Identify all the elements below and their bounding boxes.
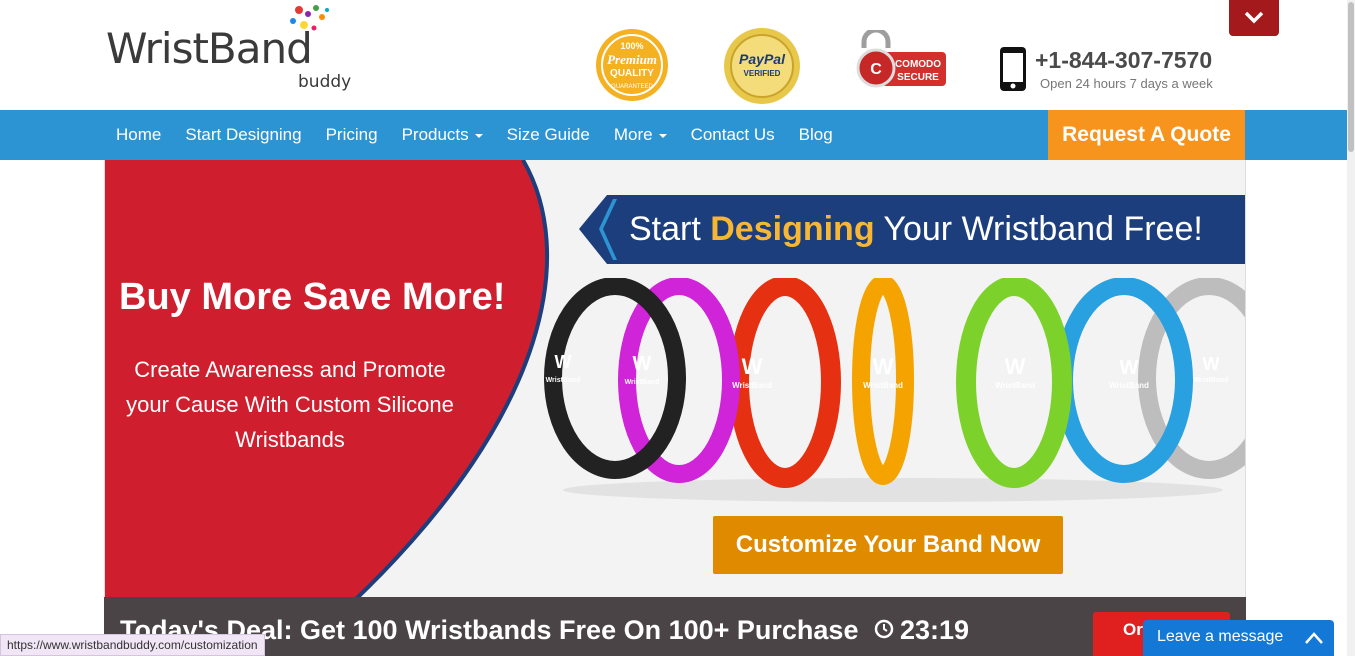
nav-item-size-guide[interactable]: Size Guide: [495, 110, 602, 160]
band-label: WristBand: [995, 381, 1035, 390]
quality-badge-line1: 100%: [620, 41, 643, 51]
banner-text-start: Start: [629, 210, 711, 248]
svg-text:W: W: [873, 354, 894, 379]
band-label: WristBand: [732, 381, 772, 390]
customize-band-button[interactable]: Customize Your Band Now: [713, 516, 1063, 574]
band-label: WristBand: [546, 377, 581, 384]
nav-item-start-designing[interactable]: Start Designing: [173, 110, 313, 160]
nav-item-pricing[interactable]: Pricing: [314, 110, 390, 160]
leave-message-label: Leave a message: [1157, 628, 1284, 645]
todays-deal-bar: Today's Deal: Get 100 Wristbands Free On…: [104, 597, 1246, 656]
hero-subtext: Create Awareness and Promote your Cause …: [126, 357, 454, 452]
band-label: WristBand: [1109, 381, 1149, 390]
chevron-down-icon: [1244, 11, 1264, 24]
nav-item-label: Products: [401, 125, 469, 144]
svg-text:W: W: [555, 352, 572, 372]
nav-item-blog[interactable]: Blog: [787, 110, 845, 160]
nav-item-label: Home: [116, 125, 162, 144]
nav-item-home[interactable]: Home: [104, 110, 173, 160]
nav-item-label: Pricing: [325, 125, 378, 144]
page-scrollbar[interactable]: [1347, 0, 1355, 656]
page: WristBand buddy 100% Premium QUALITY GUA…: [0, 0, 1355, 656]
svg-text:W: W: [633, 353, 652, 375]
clock-icon: [874, 619, 894, 639]
band-label: WristBand: [863, 381, 903, 390]
site-logo[interactable]: WristBand buddy: [106, 4, 366, 96]
nav-item-more[interactable]: More: [602, 110, 679, 160]
header-dropdown-toggle[interactable]: [1229, 0, 1279, 36]
site-header: WristBand buddy 100% Premium QUALITY GUA…: [0, 0, 1347, 110]
design-free-banner: Start Designing Your Wristband Free!: [579, 195, 1245, 264]
wristbands-image: W WristBand W WristBand W WristBand W WristB…: [544, 278, 1245, 502]
band-label: WristBand: [1194, 377, 1229, 384]
status-bar-url: https://www.wristbandbuddy.com/customiza…: [0, 634, 265, 656]
nav-item-label: Size Guide: [506, 125, 590, 144]
deal-countdown: 23:19: [900, 615, 970, 645]
quality-badge-line3: QUALITY: [610, 68, 654, 79]
logo-subtext: buddy: [298, 72, 352, 92]
premium-quality-badge: 100% Premium QUALITY GUARANTEED: [596, 29, 668, 101]
scrollbar-thumb[interactable]: [1348, 2, 1354, 152]
svg-text:W: W: [1005, 354, 1026, 379]
paypal-badge-line2: VERIFIED: [744, 69, 781, 78]
leave-message-widget[interactable]: Leave a message: [1143, 620, 1334, 656]
phone-hours: Open 24 hours 7 days a week: [1040, 76, 1213, 91]
nav-item-products[interactable]: Products: [390, 110, 495, 160]
logo-wordmark: WristBand: [106, 24, 313, 73]
comodo-badge-line1: COMODO: [895, 59, 941, 70]
comodo-badge-line2: SECURE: [897, 72, 939, 83]
paypal-badge-line1: PayPal: [739, 51, 786, 67]
caret-down-icon: [474, 133, 483, 138]
svg-text:W: W: [1203, 354, 1220, 374]
phone-number[interactable]: +1-844-307-7570: [1035, 47, 1212, 74]
main-navbar: Home Start Designing Pricing Products Si…: [0, 110, 1347, 160]
banner-text: Start Designing Your Wristband Free!: [629, 195, 1203, 264]
nav-list: Home Start Designing Pricing Products Si…: [104, 110, 845, 160]
phone-icon: [1000, 47, 1026, 91]
banner-text-end: Your Wristband Free!: [874, 210, 1203, 248]
svg-text:C: C: [870, 61, 882, 78]
nav-item-contact-us[interactable]: Contact Us: [679, 110, 787, 160]
comodo-secure-badge: C COMODO SECURE: [856, 30, 946, 88]
band-label: WristBand: [625, 379, 660, 386]
svg-text:W: W: [742, 354, 763, 379]
nav-item-label: More: [613, 125, 653, 144]
hero-banner[interactable]: Buy More Save More! Create Awareness and…: [104, 160, 1246, 600]
nav-item-label: Contact Us: [690, 125, 775, 144]
caret-down-icon: [658, 133, 667, 138]
svg-text:W: W: [1120, 357, 1139, 379]
request-quote-button[interactable]: Request A Quote: [1048, 110, 1245, 160]
hero-headline: Buy More Save More!: [119, 276, 506, 318]
nav-item-label: Blog: [798, 125, 833, 144]
quality-badge-line2: Premium: [607, 52, 657, 67]
nav-item-label: Start Designing: [185, 125, 302, 144]
banner-text-highlight: Designing: [710, 210, 875, 248]
paypal-verified-badge: PayPal VERIFIED: [724, 28, 800, 104]
chevron-up-icon: [1305, 632, 1323, 644]
quality-badge-line4: GUARANTEED: [611, 84, 653, 90]
